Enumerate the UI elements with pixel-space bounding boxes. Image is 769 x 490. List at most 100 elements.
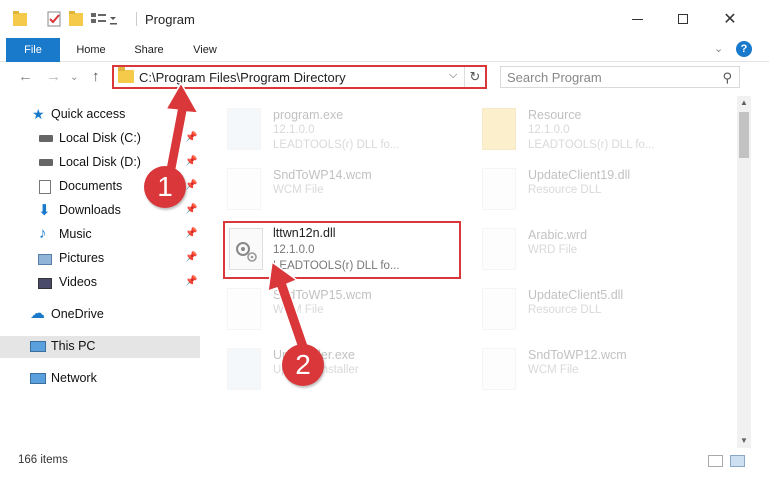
- title-separator: [136, 12, 137, 26]
- recent-locations-icon[interactable]: ⌄: [70, 72, 78, 83]
- file-name: program.exe: [273, 108, 344, 122]
- address-path[interactable]: C:\Program Files\Program Directory: [139, 70, 346, 85]
- documents-icon: [39, 180, 51, 194]
- exe-icon: [227, 348, 261, 390]
- file-name: Arabic.wrd: [528, 228, 588, 242]
- sidebar-item-local-disk-c[interactable]: Local Disk (C:) 📌: [0, 128, 200, 150]
- file-item[interactable]: UpdateClient5.dll Resource DLL: [470, 282, 710, 338]
- file-type: WCM File: [528, 364, 579, 376]
- folder-icon: [118, 67, 134, 83]
- file-name: Resource: [528, 108, 582, 122]
- file-item[interactable]: SndToWP15.wcm WCM File: [215, 282, 455, 338]
- music-icon: ♪: [39, 225, 47, 242]
- tab-share[interactable]: Share: [124, 38, 174, 62]
- pin-icon[interactable]: 📌: [185, 228, 197, 239]
- sidebar-item-pictures[interactable]: Pictures 📌: [0, 248, 200, 270]
- tab-home[interactable]: Home: [66, 38, 116, 62]
- pin-icon[interactable]: 📌: [185, 156, 197, 167]
- pin-icon[interactable]: 📌: [185, 132, 197, 143]
- file-item-highlighted[interactable]: lttwn12n.dll 12.1.0.0 LEADTOOLS(r) DLL f…: [223, 221, 461, 279]
- file-description: LEADTOOLS(r) DLL fo...: [273, 260, 400, 272]
- minimize-button[interactable]: [614, 0, 660, 38]
- callout-badge-1: 1: [144, 166, 186, 208]
- document-icon: [482, 228, 516, 270]
- navigation-bar: ← → ⌄ ↑ C:\Program Files\Program Directo…: [0, 62, 769, 94]
- drive-icon: [39, 159, 53, 166]
- file-version: 12.1.0.0: [273, 244, 315, 256]
- scroll-up-icon[interactable]: ▲: [737, 96, 751, 110]
- pictures-icon: [38, 254, 52, 265]
- file-item[interactable]: Resource 12.1.0.0 LEADTOOLS(r) DLL fo...: [470, 102, 710, 158]
- properties-icon[interactable]: [46, 10, 62, 28]
- forward-icon[interactable]: →: [46, 68, 61, 85]
- vertical-scrollbar[interactable]: ▲ ▼: [737, 96, 751, 448]
- search-box[interactable]: Search Program ⚲: [500, 66, 740, 88]
- file-version: 12.1.0.0: [273, 124, 315, 136]
- file-name: SndToWP12.wcm: [528, 348, 627, 362]
- pin-icon[interactable]: 📌: [185, 252, 197, 263]
- file-type: WRD File: [528, 244, 578, 256]
- pin-icon[interactable]: 📌: [185, 204, 197, 215]
- file-item[interactable]: Arabic.wrd WRD File: [470, 222, 710, 278]
- document-icon: [227, 168, 261, 210]
- help-icon[interactable]: ?: [736, 41, 752, 57]
- tab-view[interactable]: View: [180, 38, 230, 62]
- sidebar-item-onedrive[interactable]: ☁ OneDrive: [0, 304, 200, 326]
- details-view-icon[interactable]: [708, 455, 723, 467]
- network-icon: [30, 373, 46, 384]
- sidebar-item-network[interactable]: Network: [0, 368, 200, 390]
- search-input[interactable]: Search Program: [507, 70, 602, 85]
- refresh-icon[interactable]: ↻: [464, 67, 485, 87]
- pin-icon[interactable]: 📌: [185, 276, 197, 287]
- scroll-thumb[interactable]: [739, 112, 749, 158]
- ribbon-tabs: File Home Share View ⌄ ?: [0, 38, 769, 94]
- folder-icon: [482, 108, 516, 150]
- sidebar-item-label: OneDrive: [51, 307, 104, 321]
- callout-badge-2: 2: [282, 344, 324, 386]
- expand-ribbon-icon[interactable]: ⌄: [714, 42, 723, 55]
- sidebar-item-label: This PC: [51, 339, 96, 353]
- up-icon[interactable]: ↑: [92, 68, 100, 85]
- address-dropdown-icon[interactable]: ⌵: [449, 69, 457, 82]
- large-icons-view-icon[interactable]: [730, 455, 745, 467]
- new-folder-icon[interactable]: [68, 10, 84, 28]
- file-item[interactable]: Uninstaller.exe Updates installer: [215, 342, 455, 398]
- file-name: UpdateClient5.dll: [528, 288, 624, 302]
- pin-icon[interactable]: 📌: [185, 180, 197, 191]
- window-title: Program: [145, 12, 195, 27]
- item-count: 166 items: [18, 454, 68, 466]
- sidebar-item-music[interactable]: ♪ Music 📌: [0, 224, 200, 246]
- file-description: LEADTOOLS(r) DLL fo...: [528, 139, 655, 151]
- quick-access-folder-icon[interactable]: [12, 10, 28, 28]
- sidebar-item-label: Videos: [59, 275, 97, 289]
- sidebar-item-quick-access[interactable]: ★ Quick access: [0, 104, 200, 126]
- sidebar-item-label: Music: [59, 227, 92, 241]
- sidebar-item-this-pc[interactable]: This PC: [0, 336, 200, 358]
- file-type: WCM File: [273, 304, 324, 316]
- file-name: SndToWP15.wcm: [273, 288, 372, 302]
- download-icon: ⬇: [38, 202, 51, 219]
- file-description: LEADTOOLS(r) DLL fo...: [273, 139, 400, 151]
- maximize-icon: [678, 14, 688, 24]
- dll-gear-icon: [482, 288, 516, 330]
- file-list: program.exe 12.1.0.0 LEADTOOLS(r) DLL fo…: [215, 100, 735, 445]
- videos-icon: [38, 278, 52, 289]
- address-bar[interactable]: C:\Program Files\Program Directory ⌵ ↻: [112, 65, 487, 89]
- sidebar-item-videos[interactable]: Videos 📌: [0, 272, 200, 294]
- file-item[interactable]: SndToWP12.wcm WCM File: [470, 342, 710, 398]
- search-icon[interactable]: ⚲: [722, 70, 732, 86]
- maximize-button[interactable]: [660, 0, 706, 38]
- exe-icon: [227, 108, 261, 150]
- close-button[interactable]: ✕: [707, 0, 753, 38]
- back-icon[interactable]: ←: [18, 68, 33, 85]
- file-name: UpdateClient19.dll: [528, 168, 631, 182]
- file-type: Resource DLL: [528, 184, 602, 196]
- file-item[interactable]: UpdateClient19.dll Resource DLL: [470, 162, 710, 218]
- file-item[interactable]: SndToWP14.wcm WCM File: [215, 162, 455, 218]
- dll-gear-icon: [229, 228, 263, 270]
- scroll-down-icon[interactable]: ▼: [737, 434, 751, 448]
- view-options-icon[interactable]: [90, 10, 120, 28]
- sidebar-item-label: Downloads: [59, 203, 121, 217]
- file-item[interactable]: program.exe 12.1.0.0 LEADTOOLS(r) DLL fo…: [215, 102, 455, 158]
- close-icon: ✕: [723, 11, 737, 28]
